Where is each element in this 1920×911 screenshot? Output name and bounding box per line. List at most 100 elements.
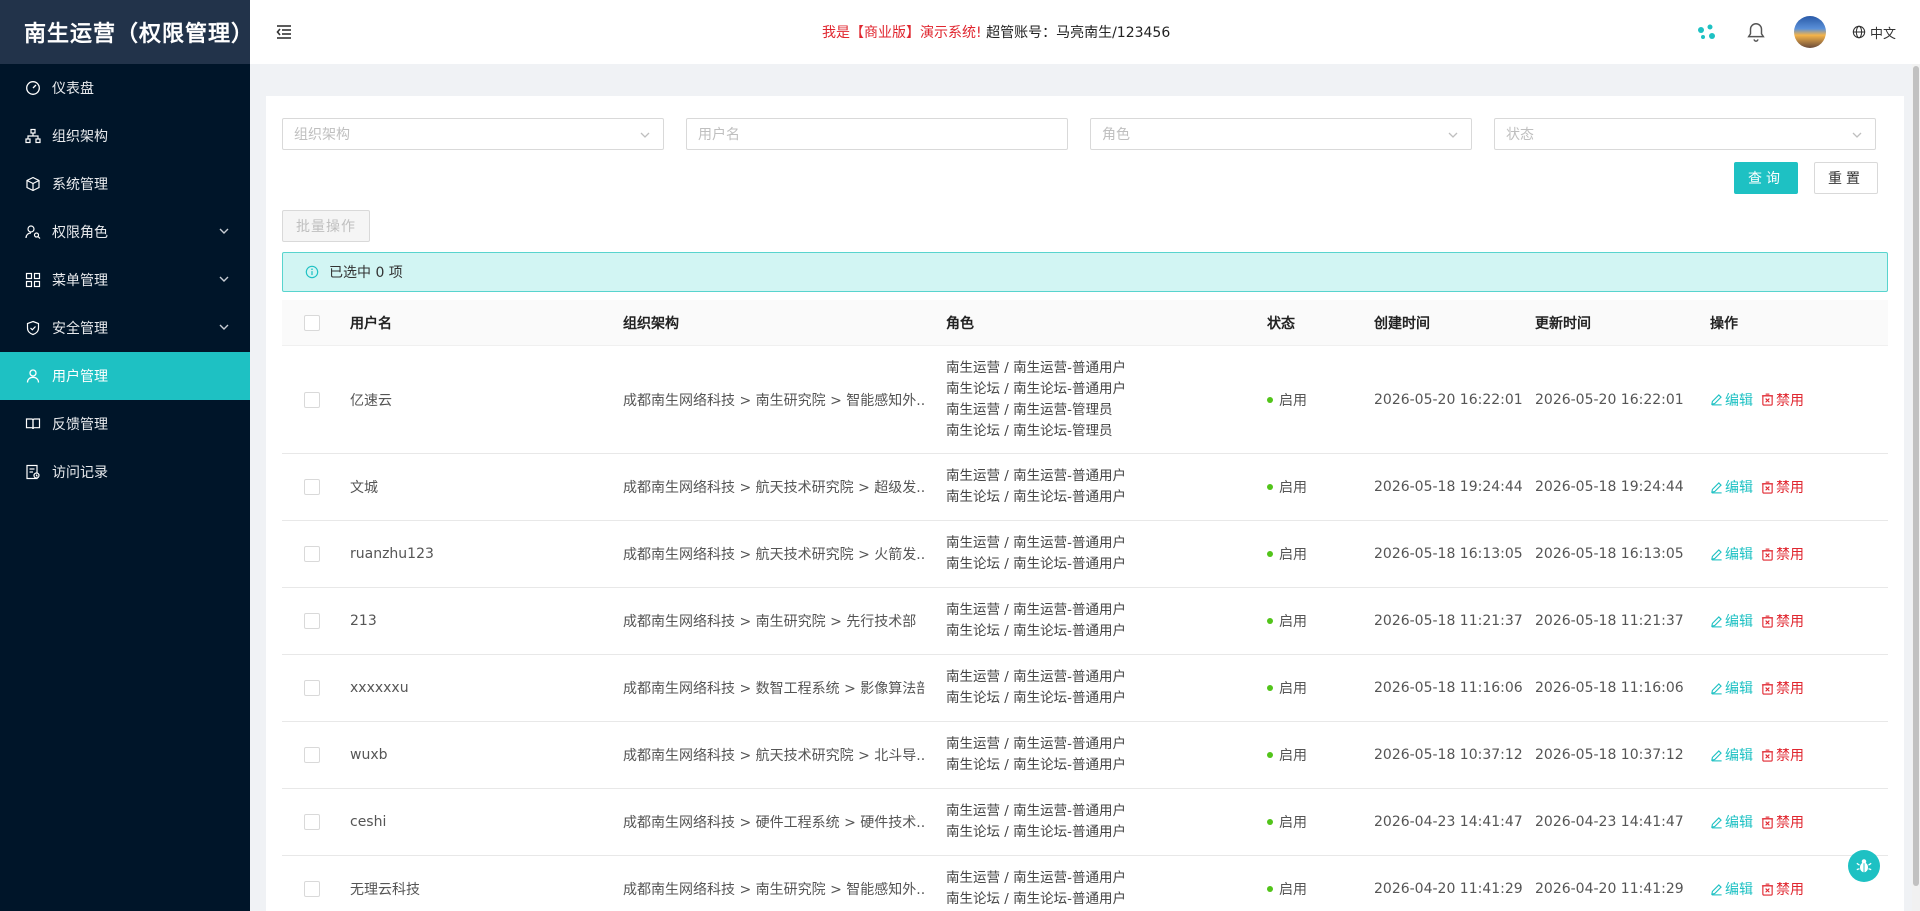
username-cell: ceshi: [350, 814, 387, 830]
edit-link[interactable]: 编辑: [1710, 745, 1753, 765]
edit-link[interactable]: 编辑: [1710, 477, 1753, 497]
app-title: 南生运营（权限管理）: [0, 0, 250, 64]
row-checkbox-cell: [304, 722, 320, 788]
edit-link[interactable]: 编辑: [1710, 611, 1753, 631]
org-cell: 成都南生网络科技 > 南生研究院 > 先行技术部: [623, 614, 917, 630]
row-checkbox[interactable]: [304, 680, 320, 696]
username-input[interactable]: 用户名: [686, 118, 1068, 150]
sidebar-item-8[interactable]: 访问记录: [0, 448, 250, 496]
selection-count-text: 已选中 0 项: [329, 265, 403, 281]
status-cell: 启用: [1267, 789, 1307, 855]
row-checkbox[interactable]: [304, 391, 320, 408]
sidebar-item-0[interactable]: 仪表盘: [0, 64, 250, 112]
org-select-placeholder: 组织架构: [294, 127, 350, 143]
disable-link[interactable]: 禁用: [1761, 611, 1804, 631]
roles-cell: 南生运营 / 南生运营-普通用户 南生论坛 / 南生论坛-普通用户 南生运营 / 南…: [946, 346, 1126, 453]
disable-link[interactable]: 禁用: [1761, 812, 1804, 832]
row-checkbox[interactable]: [304, 814, 320, 830]
language-label: 中文: [1869, 26, 1896, 42]
username-cell: wuxb: [350, 747, 388, 763]
edit-icon: [1710, 749, 1725, 762]
org-select[interactable]: 组织架构: [282, 118, 664, 150]
apps-dots-icon[interactable]: [1694, 20, 1718, 44]
disable-label: 禁用: [1776, 392, 1804, 409]
roles-cell: 南生运营 / 南生运营-普通用户 南生论坛 / 南生论坛-普通用户: [946, 655, 1126, 721]
trash-ban-icon: [1761, 393, 1776, 406]
status-text: 启用: [1279, 681, 1307, 697]
sidebar-item-label: 用户管理: [52, 369, 108, 385]
role-line: 南生论坛 / 南生论坛-普通用户: [946, 489, 1127, 505]
disable-label: 禁用: [1776, 614, 1804, 630]
edit-icon: [1710, 615, 1725, 628]
disable-link[interactable]: 禁用: [1761, 678, 1804, 698]
updated-cell: 2026-05-18 10:37:12: [1535, 747, 1684, 763]
role-select[interactable]: 角色: [1090, 118, 1472, 150]
row-checkbox[interactable]: [304, 881, 320, 897]
sidebar-item-6[interactable]: 用户管理: [0, 352, 250, 400]
disable-link[interactable]: 禁用: [1761, 477, 1804, 497]
reset-button[interactable]: 重置: [1814, 162, 1878, 194]
disable-link[interactable]: 禁用: [1761, 745, 1804, 765]
edit-label: 编辑: [1725, 681, 1753, 697]
sidebar-item-1[interactable]: 组织架构: [0, 112, 250, 160]
edit-link[interactable]: 编辑: [1710, 544, 1753, 564]
sidebar-item-2[interactable]: 系统管理: [0, 160, 250, 208]
org-cell: 成都南生网络科技 > 南生研究院 > 智能感知外...: [623, 882, 925, 898]
sidebar-item-label: 权限角色: [52, 225, 108, 241]
status-cell: 启用: [1267, 856, 1307, 911]
status-dot: [1267, 551, 1273, 557]
select-all-checkbox[interactable]: [304, 314, 320, 331]
org-cell: 成都南生网络科技 > 数智工程系统 > 影像算法部: [623, 681, 925, 697]
row-checkbox[interactable]: [304, 546, 320, 562]
status-dot: [1267, 886, 1273, 892]
status-dot: [1267, 752, 1273, 758]
sidebar-item-label: 菜单管理: [52, 273, 108, 289]
batch-operation-button[interactable]: 批量操作: [282, 210, 370, 242]
status-text: 启用: [1279, 480, 1307, 496]
status-cell: 启用: [1267, 521, 1307, 587]
filter-bar: 组织架构 用户名 角色 状态: [282, 118, 1888, 150]
row-checkbox[interactable]: [304, 747, 320, 763]
bell-icon[interactable]: [1744, 20, 1768, 44]
edit-link[interactable]: 编辑: [1710, 812, 1753, 832]
edit-link[interactable]: 编辑: [1710, 390, 1753, 410]
page-scrollbar-thumb[interactable]: [1913, 66, 1919, 886]
status-select[interactable]: 状态: [1494, 118, 1876, 150]
col-org: 组织架构: [623, 315, 679, 332]
created-cell: 2026-05-18 11:21:37: [1374, 613, 1523, 629]
status-select-placeholder: 状态: [1506, 127, 1534, 143]
language-switch[interactable]: 中文: [1852, 23, 1896, 42]
edit-label: 编辑: [1725, 614, 1753, 630]
trash-ban-icon: [1761, 548, 1776, 561]
query-button[interactable]: 查询: [1734, 162, 1798, 194]
sidebar-item-3[interactable]: 权限角色: [0, 208, 250, 256]
status-cell: 启用: [1267, 454, 1307, 520]
disable-link[interactable]: 禁用: [1761, 544, 1804, 564]
row-checkbox[interactable]: [304, 479, 320, 495]
disable-link[interactable]: 禁用: [1761, 879, 1804, 899]
row-checkbox-cell: [304, 588, 320, 654]
col-username: 用户名: [350, 315, 392, 332]
actions-cell: 编辑 禁用: [1710, 521, 1804, 587]
status-cell: 启用: [1267, 655, 1307, 721]
sidebar-item-7[interactable]: 反馈管理: [0, 400, 250, 448]
edit-icon: [1710, 883, 1725, 896]
sidebar-item-4[interactable]: 菜单管理: [0, 256, 250, 304]
sidebar-menu: 仪表盘组织架构 系统管理权限角色菜单管理安全管理用户管理反馈管理 访问记录: [0, 64, 250, 496]
sidebar-item-label: 仪表盘: [52, 81, 94, 97]
edit-link[interactable]: 编辑: [1710, 678, 1753, 698]
created-cell: 2026-05-18 10:37:12: [1374, 747, 1523, 763]
edit-link[interactable]: 编辑: [1710, 879, 1753, 899]
disable-link[interactable]: 禁用: [1761, 390, 1804, 410]
row-checkbox[interactable]: [304, 613, 320, 629]
updated-cell: 2026-05-18 11:21:37: [1535, 613, 1684, 629]
trash-ban-icon: [1761, 749, 1776, 762]
status-dot: [1267, 618, 1273, 624]
menu-fold-icon[interactable]: [274, 22, 294, 42]
roles-cell: 南生运营 / 南生运营-普通用户 南生论坛 / 南生论坛-普通用户: [946, 789, 1126, 855]
avatar[interactable]: [1793, 16, 1826, 48]
sidebar-item-5[interactable]: 安全管理: [0, 304, 250, 352]
top-header: 我是【商业版】演示系统! 超管账号：马亮南生/123456 中文: [250, 0, 1920, 64]
selection-alert: 已选中 0 项: [282, 252, 1888, 292]
bug-report-button[interactable]: [1848, 850, 1880, 882]
